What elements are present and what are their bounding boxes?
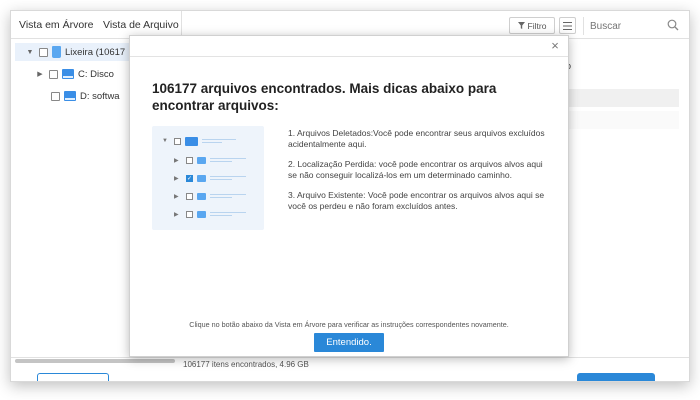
- bottom-left-button[interactable]: [37, 373, 109, 381]
- checkbox-icon: [186, 156, 193, 164]
- checked-checkbox-icon: ✓: [186, 174, 193, 182]
- caret-right-icon: ▶: [174, 211, 179, 218]
- status-text: 106177 itens encontrados, 4.96 GB: [183, 360, 309, 369]
- drive-icon: [62, 69, 74, 79]
- illustration-row: ▶: [174, 209, 246, 219]
- search-box: [583, 17, 683, 35]
- list-icon: [563, 21, 572, 30]
- tip-lost-location: 2. Localização Perdida: você pode encont…: [288, 159, 543, 180]
- illustration-row: ▶: [174, 191, 246, 201]
- tip-deleted-files: 1. Arquivos Deletados:Você pode encontra…: [288, 128, 545, 149]
- filter-label: Filtro: [527, 20, 547, 31]
- tip-existing-file: 3. Arquivo Existente: Você pode encontra…: [288, 190, 545, 211]
- caret-right-icon: ▶: [174, 157, 179, 164]
- caret-down-icon: ▼: [162, 138, 168, 144]
- tips-dialog: × 106177 arquivos encontrados. Mais dica…: [129, 35, 569, 357]
- caret-right-icon: ▶: [174, 175, 179, 182]
- tips-list: 1. Arquivos Deletados:Você pode encontra…: [288, 128, 550, 221]
- placeholder-lines: [210, 176, 246, 180]
- folder-icon: [197, 210, 206, 218]
- app-window: Vista em Árvore Vista de Arquivo Filtro …: [10, 10, 690, 382]
- tree-item-drive-c[interactable]: ▶ C: Disco: [35, 65, 114, 83]
- placeholder-lines: [210, 212, 246, 216]
- placeholder-lines: [210, 194, 246, 198]
- caret-right-icon: ▶: [174, 193, 179, 200]
- filter-button[interactable]: Filtro: [509, 17, 555, 34]
- checkbox[interactable]: [51, 91, 60, 101]
- checkbox[interactable]: [49, 69, 58, 79]
- tree-item-label: C: Disco: [78, 68, 114, 80]
- placeholder-lines: [202, 139, 236, 143]
- caret-down-icon[interactable]: ▼: [25, 49, 35, 56]
- status-bar: 106177 itens encontrados, 4.96 GB: [11, 357, 689, 371]
- tree-illustration: ▼ ▶ ▶ ✓ ▶ ▶: [152, 126, 264, 230]
- caret-right-icon[interactable]: ▶: [35, 70, 45, 78]
- checkbox-icon: [186, 192, 193, 200]
- ok-button[interactable]: Entendido.: [314, 333, 384, 352]
- filter-icon: [517, 22, 525, 29]
- tree-item-drive-d[interactable]: D: softwa: [51, 87, 120, 105]
- folder-icon: [197, 192, 206, 200]
- list-view-button[interactable]: [559, 17, 576, 34]
- folder-icon: [197, 174, 206, 182]
- search-input[interactable]: [590, 20, 660, 32]
- bottom-right-button[interactable]: [577, 373, 655, 381]
- tab-file-view[interactable]: Vista de Arquivo: [103, 19, 179, 31]
- checkbox-icon: [186, 210, 193, 218]
- drive-icon: [64, 91, 76, 101]
- recycle-bin-icon: [52, 46, 61, 58]
- checkbox[interactable]: [39, 47, 48, 57]
- tab-tree-view[interactable]: Vista em Árvore: [19, 19, 94, 31]
- illustration-row: ▶: [174, 155, 246, 165]
- dialog-footer-note: Clique no botão abaixo da Vista em Árvor…: [189, 320, 509, 329]
- horizontal-scrollbar[interactable]: [15, 359, 175, 363]
- checkbox-icon: [174, 137, 181, 145]
- illustration-root-row: ▼: [162, 136, 236, 146]
- close-icon[interactable]: ×: [548, 39, 562, 53]
- tree-item-label: D: softwa: [80, 90, 120, 102]
- dialog-divider: [130, 56, 568, 57]
- placeholder-lines: [210, 158, 246, 162]
- drive-icon: [185, 136, 198, 146]
- search-icon[interactable]: [667, 19, 679, 31]
- dialog-title: 106177 arquivos encontrados. Mais dicas …: [152, 81, 497, 113]
- folder-icon: [197, 156, 206, 164]
- tree-item-label: Lixeira (10617: [65, 46, 126, 58]
- illustration-row-checked: ▶ ✓: [174, 173, 246, 183]
